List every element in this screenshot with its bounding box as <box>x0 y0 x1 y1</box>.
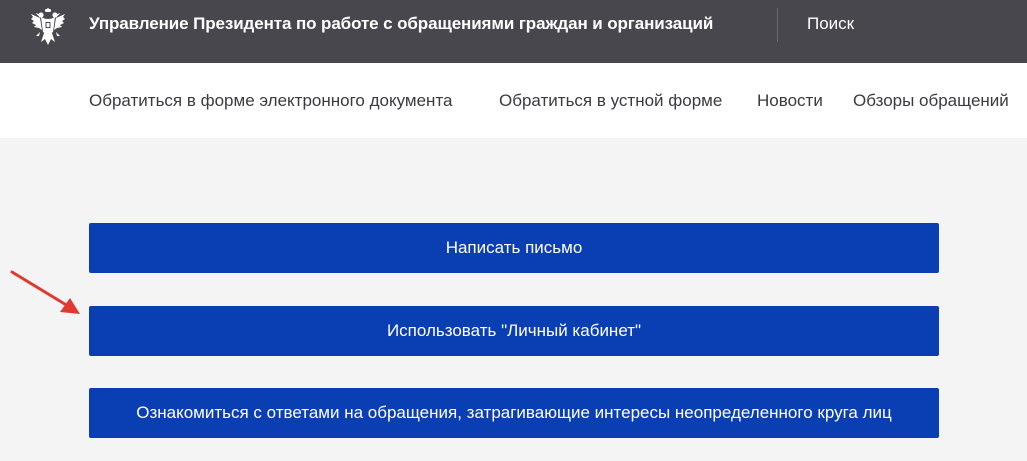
write-letter-button[interactable]: Написать письмо <box>89 223 939 273</box>
site-title[interactable]: Управление Президента по работе с обраще… <box>89 14 713 34</box>
russian-eagle-emblem-icon[interactable] <box>30 8 66 46</box>
header-divider <box>777 8 778 42</box>
nav-item-news[interactable]: Новости <box>757 91 823 111</box>
top-header: Управление Президента по работе с обраще… <box>0 0 1027 63</box>
view-answers-button[interactable]: Ознакомиться с ответами на обращения, за… <box>89 388 939 438</box>
nav-item-oral-form[interactable]: Обратиться в устной форме <box>499 91 722 111</box>
personal-account-button[interactable]: Использовать "Личный кабинет" <box>89 306 939 356</box>
main-nav: Обратиться в форме электронного документ… <box>0 63 1027 138</box>
search-link[interactable]: Поиск <box>807 14 854 34</box>
nav-item-electronic-document[interactable]: Обратиться в форме электронного документ… <box>89 91 453 111</box>
nav-item-reviews[interactable]: Обзоры обращений <box>853 91 1009 111</box>
red-arrow-icon <box>10 270 80 314</box>
